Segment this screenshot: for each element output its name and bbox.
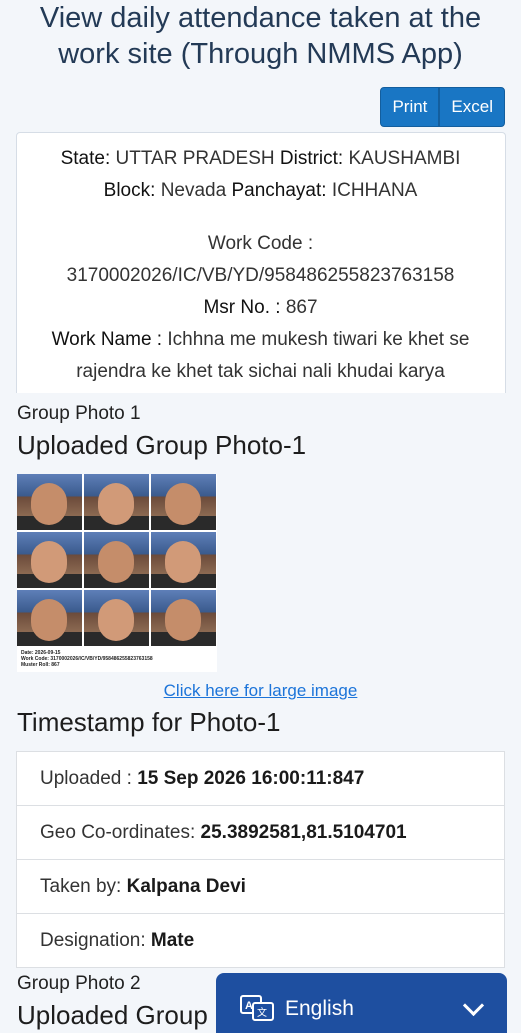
language-selector[interactable]: A 文 English [216, 973, 507, 1033]
chevron-down-icon [462, 994, 485, 1017]
translate-icon: A 文 [240, 995, 274, 1021]
msr-value: 867 [285, 297, 318, 318]
uploaded-row: Uploaded : 15 Sep 2026 16:00:11:847 [17, 752, 504, 806]
title-line-1: View daily attendance taken at the [39, 2, 482, 34]
large-image-link[interactable]: Click here for large image [0, 681, 521, 701]
worker-face-photo [84, 590, 149, 646]
designation-label: Designation: [40, 930, 146, 951]
caption-muster-roll: Muster Roll: 867 [21, 662, 60, 668]
worker-face-photo [84, 474, 149, 530]
block-value: Nevada [160, 180, 227, 201]
district-value: KAUSHAMBI [348, 148, 461, 169]
state-value: UTTAR PRADESH [115, 148, 275, 169]
panchayat-label: Panchayat: [231, 180, 327, 201]
worker-face-photo [151, 474, 216, 530]
designation-row: Designation: Mate [17, 914, 504, 967]
group-photo-1-label: Group Photo 1 [17, 403, 141, 424]
print-button[interactable]: Print [380, 87, 440, 127]
worker-face-photo [17, 532, 82, 588]
work-name-value-1: Ichhna me mukesh tiwari ke khet se [167, 329, 470, 350]
district-label: District: [279, 148, 344, 169]
taken-by-value: Kalpana Devi [126, 876, 246, 897]
title-line-2: work site (Through NMMS App) [58, 38, 463, 70]
timestamp-heading: Timestamp for Photo-1 [17, 707, 281, 737]
worker-face-photo [84, 532, 149, 588]
geo-row: Geo Co-ordinates: 25.3892581,81.5104701 [17, 806, 504, 860]
excel-button[interactable]: Excel [439, 87, 505, 127]
work-name-label: Work Name : [51, 329, 163, 350]
worker-face-photo [17, 474, 82, 530]
msr-line: Msr No. : 867 [0, 292, 521, 324]
photo-caption: Date: 2026-09-15 Work Code: 3170002026/I… [21, 650, 153, 668]
panchayat-value: ICHHANA [331, 180, 418, 201]
work-name-value-2: rajendra ke khet tak sichai nali khudai … [76, 361, 445, 382]
designation-value: Mate [150, 930, 195, 951]
work-code-label: Work Code : [207, 233, 314, 254]
group-photo-2-label: Group Photo 2 [17, 973, 141, 994]
geo-label: Geo Co-ordinates: [40, 822, 196, 843]
page-title: View daily attendance taken at the work … [0, 0, 521, 72]
msr-label: Msr No. : [203, 297, 281, 318]
taken-by-row: Taken by: Kalpana Devi [17, 860, 504, 914]
worker-face-photo [151, 532, 216, 588]
worker-face-photo [17, 590, 82, 646]
worker-face-photo [151, 590, 216, 646]
uploaded-value: 15 Sep 2026 16:00:11:847 [137, 768, 365, 789]
svg-text:A: A [245, 1000, 253, 1012]
state-label: State: [60, 148, 111, 169]
group-photo-1-heading: Uploaded Group Photo-1 [17, 430, 307, 460]
geo-value: 25.3892581,81.5104701 [200, 822, 407, 843]
work-code-value: 3170002026/IC/VB/YD/958486255823763158 [66, 265, 455, 286]
group-photo-1-image[interactable]: Date: 2026-09-15 Work Code: 3170002026/I… [17, 474, 217, 672]
work-name-line-1: Work Name : Ichhna me mukesh tiwari ke k… [0, 324, 521, 356]
svg-text:文: 文 [257, 1006, 267, 1019]
block-label: Block: [103, 180, 156, 201]
block-panchayat-line: Block: Nevada Panchayat: ICHHANA [0, 175, 521, 207]
timestamp-table: Uploaded : 15 Sep 2026 16:00:11:847 Geo … [16, 751, 505, 968]
language-label: English [285, 997, 354, 1020]
export-buttons: Print Excel [380, 87, 505, 127]
state-district-line: State: UTTAR PRADESH District: KAUSHAMBI [0, 143, 521, 175]
taken-by-label: Taken by: [40, 876, 122, 897]
uploaded-label: Uploaded : [40, 768, 132, 789]
